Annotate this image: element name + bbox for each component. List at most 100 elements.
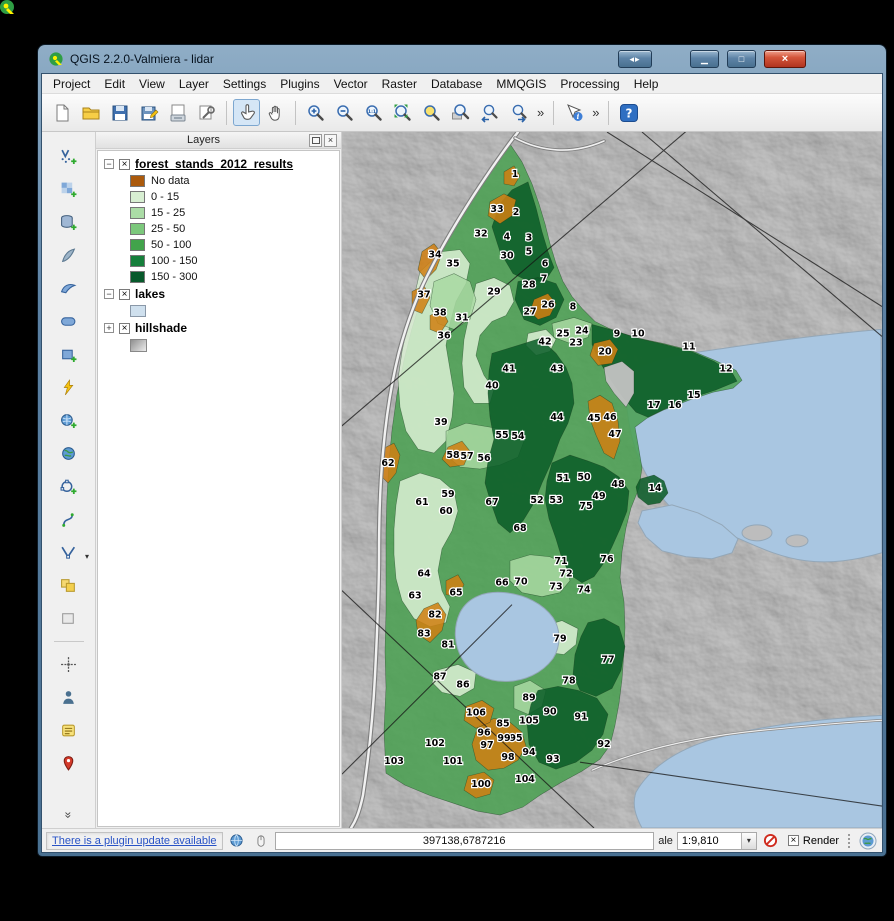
- menu-item-plugins[interactable]: Plugins: [273, 75, 326, 93]
- layer-checkbox[interactable]: ×: [119, 289, 130, 300]
- layer-row-forest[interactable]: − × forest_stands_2012_results: [100, 155, 337, 173]
- zoom-in-button[interactable]: [302, 99, 329, 126]
- zoom-out-button[interactable]: [331, 99, 358, 126]
- menu-item-database[interactable]: Database: [424, 75, 489, 93]
- form-annotation-button[interactable]: [56, 718, 81, 743]
- render-toggle[interactable]: × Render: [785, 835, 842, 847]
- stand-label: 41: [502, 363, 515, 374]
- layer-name-hillshade[interactable]: hillshade: [135, 321, 187, 335]
- new-print-composer-button[interactable]: [164, 99, 191, 126]
- add-db-layer-button[interactable]: [56, 342, 81, 367]
- save-project-button[interactable]: [106, 99, 133, 126]
- open-project-button[interactable]: [77, 99, 104, 126]
- crosshair-tool-button[interactable]: [56, 652, 81, 677]
- menu-item-vector[interactable]: Vector: [327, 75, 375, 93]
- toolbar-overflow-1[interactable]: »: [534, 105, 547, 120]
- render-checkbox[interactable]: ×: [788, 835, 799, 846]
- stand-label: 17: [647, 400, 660, 411]
- close-panel-button[interactable]: ×: [324, 134, 337, 147]
- stand-label: 53: [549, 495, 562, 506]
- plugin-update-link[interactable]: There is a plugin update available: [52, 835, 217, 847]
- menu-item-help[interactable]: Help: [627, 75, 666, 93]
- stand-label: 48: [611, 479, 624, 490]
- menu-item-project[interactable]: Project: [46, 75, 97, 93]
- layer-row-lakes[interactable]: − × lakes: [100, 285, 337, 303]
- layers-panel-header: Layers ×: [96, 132, 341, 149]
- new-shapefile-layer-button[interactable]: ▾: [56, 540, 81, 565]
- crs-status-button[interactable]: [858, 831, 878, 851]
- menu-item-settings[interactable]: Settings: [216, 75, 273, 93]
- layer-name-lakes[interactable]: lakes: [135, 287, 165, 301]
- coordinate-field[interactable]: 397138,6787216: [275, 832, 654, 850]
- combo-dropdown-icon[interactable]: ▾: [741, 833, 756, 849]
- expander-icon[interactable]: +: [104, 323, 114, 333]
- pin-annotation-button[interactable]: [56, 751, 81, 776]
- add-postgis-layer-button[interactable]: [56, 210, 81, 235]
- legend-swatch: [130, 255, 145, 267]
- zoom-to-selection-button[interactable]: [418, 99, 445, 126]
- zoom-native-button[interactable]: 1:1: [360, 99, 387, 126]
- help-button[interactable]: ?: [615, 99, 642, 126]
- map-canvas[interactable]: 1234567891011121415161720232425262728293…: [342, 132, 882, 828]
- stand-label: 9: [614, 328, 621, 339]
- layer-name-forest[interactable]: forest_stands_2012_results: [135, 157, 293, 171]
- stand-label: 10: [631, 328, 645, 339]
- menu-item-view[interactable]: View: [132, 75, 172, 93]
- new-spatialite-layer-button[interactable]: [56, 573, 81, 598]
- toolbar-overflow-2[interactable]: »: [589, 105, 602, 120]
- dropdown-arrow-icon[interactable]: ▾: [85, 552, 89, 561]
- scale-combo[interactable]: 1:9,810 ▾: [677, 832, 757, 850]
- menu-item-edit[interactable]: Edit: [97, 75, 132, 93]
- zoom-last-button[interactable]: [476, 99, 503, 126]
- plugin-update-icon[interactable]: [227, 831, 247, 851]
- svg-text:?: ?: [625, 106, 632, 120]
- menu-item-processing[interactable]: Processing: [553, 75, 626, 93]
- desktop-qgis-icon[interactable]: [0, 0, 16, 16]
- add-spatialite-layer-button[interactable]: [56, 243, 81, 268]
- add-mssql-layer-button[interactable]: [56, 276, 81, 301]
- composer-manager-button[interactable]: [193, 99, 220, 126]
- legend-item: 25 - 50: [100, 221, 337, 237]
- main-toolbar: 1:1 » i » ?: [42, 94, 882, 132]
- stop-render-icon[interactable]: [761, 831, 781, 851]
- menu-item-mmqgis[interactable]: MMQGIS: [489, 75, 553, 93]
- legend-swatch: [130, 207, 145, 219]
- zoom-to-layer-button[interactable]: [447, 99, 474, 126]
- expander-icon[interactable]: −: [104, 159, 114, 169]
- pan-map-button[interactable]: [262, 99, 289, 126]
- identify-features-button[interactable]: i: [560, 99, 587, 126]
- manage-layers-toolbar: ▾ »: [42, 132, 96, 828]
- minimize-button[interactable]: ▁: [690, 50, 719, 68]
- add-wfs-layer-button[interactable]: [56, 474, 81, 499]
- add-wcs-layer-button[interactable]: [56, 441, 81, 466]
- add-vector-layer-button[interactable]: [56, 144, 81, 169]
- new-project-button[interactable]: [48, 99, 75, 126]
- add-virtual-layer-button[interactable]: [56, 375, 81, 400]
- zoom-full-button[interactable]: [389, 99, 416, 126]
- stand-label: 29: [487, 287, 500, 298]
- stand-label: 86: [456, 679, 470, 690]
- maximize-button[interactable]: □: [727, 50, 756, 68]
- add-wms-layer-button[interactable]: [56, 408, 81, 433]
- left-toolbar-overflow[interactable]: »: [62, 812, 76, 819]
- layer-checkbox[interactable]: ×: [119, 159, 130, 170]
- layer-row-hillshade[interactable]: + × hillshade: [100, 319, 337, 337]
- float-panel-button[interactable]: [309, 134, 322, 147]
- add-delimited-text-layer-button[interactable]: [56, 507, 81, 532]
- stand-label: 38: [433, 307, 446, 318]
- menu-item-layer[interactable]: Layer: [172, 75, 216, 93]
- expander-icon[interactable]: −: [104, 289, 114, 299]
- layer-checkbox[interactable]: ×: [119, 323, 130, 334]
- touch-zoom-pan-button[interactable]: [233, 99, 260, 126]
- text-annotation-button[interactable]: [56, 685, 81, 710]
- mouse-position-icon[interactable]: [251, 831, 271, 851]
- close-button[interactable]: ×: [764, 50, 806, 68]
- title-bar[interactable]: QGIS 2.2.0-Valmiera - lidar ◂▸ ▁ □ ×: [38, 45, 886, 73]
- add-oracle-layer-button[interactable]: [56, 309, 81, 334]
- menu-item-raster[interactable]: Raster: [375, 75, 424, 93]
- zoom-next-button[interactable]: [505, 99, 532, 126]
- window-spread-button[interactable]: ◂▸: [618, 50, 652, 68]
- add-raster-layer-button[interactable]: [56, 177, 81, 202]
- embed-layers-button[interactable]: [56, 606, 81, 631]
- save-project-as-button[interactable]: [135, 99, 162, 126]
